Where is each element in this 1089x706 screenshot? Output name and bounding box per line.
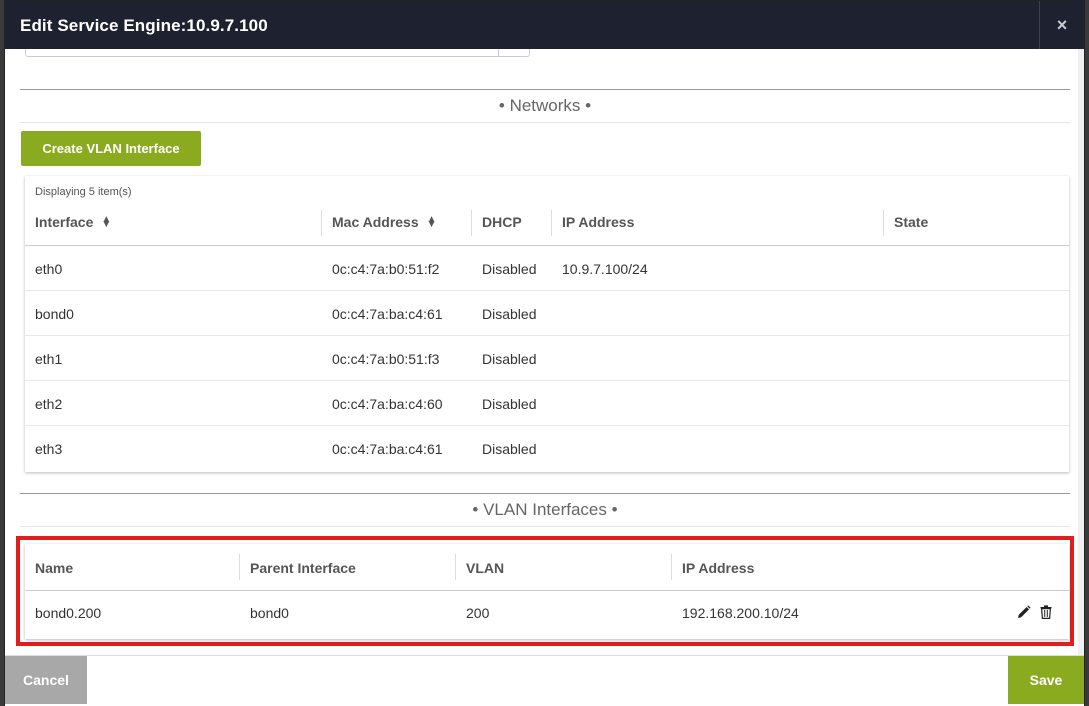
table-row: eth1 0c:c4:7a:b0:51:f3 Disabled xyxy=(25,336,1069,381)
cell-interface: eth2 xyxy=(35,395,63,412)
column-separator xyxy=(471,210,472,236)
modal-title-label: Edit Service Engine: xyxy=(20,16,187,35)
cell-interface: bond0 xyxy=(35,305,74,322)
cell-dhcp: Disabled xyxy=(482,440,537,457)
edit-service-engine-modal: Edit Service Engine:10.9.7.100 × • Netwo… xyxy=(4,0,1085,706)
save-button[interactable]: Save xyxy=(1008,656,1084,704)
cell-mac: 0c:c4:7a:ba:c4:61 xyxy=(332,305,443,322)
cell-parent: bond0 xyxy=(250,605,289,621)
modal-footer: Cancel Save xyxy=(5,655,1084,706)
column-header-ip-address: IP Address xyxy=(562,206,634,238)
vlan-interfaces-table: Name Parent Interface VLAN IP Address bo… xyxy=(25,544,1069,639)
table-row: bond0 0c:c4:7a:ba:c4:61 Disabled xyxy=(25,291,1069,336)
column-header-dhcp: DHCP xyxy=(482,206,522,238)
table-row: eth3 0c:c4:7a:ba:c4:61 Disabled xyxy=(25,426,1069,471)
cell-name: bond0.200 xyxy=(35,605,102,621)
vlan-column-header-vlan: VLAN xyxy=(466,560,505,576)
trash-icon[interactable] xyxy=(1037,602,1055,622)
close-button[interactable]: × xyxy=(1039,1,1084,49)
column-header-interface-label: Interface xyxy=(35,214,94,230)
column-separator xyxy=(239,554,240,580)
cell-vlan: 200 xyxy=(466,605,490,621)
column-header-state-label: State xyxy=(894,214,929,230)
networks-table: Displaying 5 item(s) Interface ▲ ▼ Mac Ad… xyxy=(25,176,1069,472)
column-header-interface[interactable]: Interface ▲ ▼ xyxy=(35,206,111,238)
cell-interface: eth0 xyxy=(35,260,63,277)
sort-icon[interactable]: ▲ ▼ xyxy=(427,214,437,229)
vlan-column-header-parent: Parent Interface xyxy=(250,560,356,576)
column-separator xyxy=(883,210,884,236)
vlan-section-title: • VLAN Interfaces • xyxy=(472,500,618,519)
cell-mac: 0c:c4:7a:b0:51:f3 xyxy=(332,350,440,367)
modal-title: Edit Service Engine:10.9.7.100 xyxy=(20,16,268,36)
scrollbar[interactable] xyxy=(1078,49,1084,655)
column-header-state: State xyxy=(894,206,928,238)
column-separator xyxy=(551,210,552,236)
cancel-button[interactable]: Cancel xyxy=(5,656,87,704)
sort-icon[interactable]: ▲ ▼ xyxy=(101,214,111,229)
cell-dhcp: Disabled xyxy=(482,395,537,412)
cell-dhcp: Disabled xyxy=(482,305,537,322)
vlan-column-header-ip: IP Address xyxy=(682,560,755,576)
pencil-icon[interactable] xyxy=(1015,602,1033,622)
cell-dhcp: Disabled xyxy=(482,350,537,367)
modal-header: Edit Service Engine:10.9.7.100 × xyxy=(5,1,1084,49)
vlan-section-header: • VLAN Interfaces • xyxy=(20,493,1070,527)
column-header-dhcp-label: DHCP xyxy=(482,214,522,230)
networks-section-header: • Networks • xyxy=(20,89,1070,123)
column-header-mac-label: Mac Address xyxy=(332,214,419,230)
column-separator xyxy=(321,210,322,236)
table-row: eth2 0c:c4:7a:ba:c4:60 Disabled xyxy=(25,381,1069,426)
cell-dhcp: Disabled xyxy=(482,260,537,277)
close-icon: × xyxy=(1056,14,1068,35)
table-row: eth0 0c:c4:7a:b0:51:f2 Disabled 10.9.7.1… xyxy=(25,246,1069,291)
modal-title-ip: 10.9.7.100 xyxy=(186,16,268,35)
cell-interface: eth3 xyxy=(35,440,63,457)
cell-ip: 10.9.7.100/24 xyxy=(562,260,648,277)
column-header-mac-address[interactable]: Mac Address ▲ ▼ xyxy=(332,206,437,238)
create-vlan-interface-button[interactable]: Create VLAN Interface xyxy=(21,131,201,166)
column-separator xyxy=(455,554,456,580)
vlan-column-header-name: Name xyxy=(35,560,74,576)
column-header-ip-label: IP Address xyxy=(562,214,635,230)
networks-section-title: • Networks • xyxy=(498,96,592,115)
table-row: bond0.200 bond0 200 192.168.200.10/24 xyxy=(25,591,1069,635)
column-separator xyxy=(671,554,672,580)
cell-interface: eth1 xyxy=(35,350,63,367)
item-count-label: Displaying 5 item(s) xyxy=(35,186,132,198)
partial-input-field[interactable] xyxy=(25,49,530,57)
cell-ip: 192.168.200.10/24 xyxy=(682,605,799,621)
cell-mac: 0c:c4:7a:ba:c4:60 xyxy=(332,395,443,412)
cell-mac: 0c:c4:7a:b0:51:f2 xyxy=(332,260,440,277)
cell-mac: 0c:c4:7a:ba:c4:61 xyxy=(332,440,443,457)
partial-input-addon[interactable] xyxy=(498,49,530,57)
